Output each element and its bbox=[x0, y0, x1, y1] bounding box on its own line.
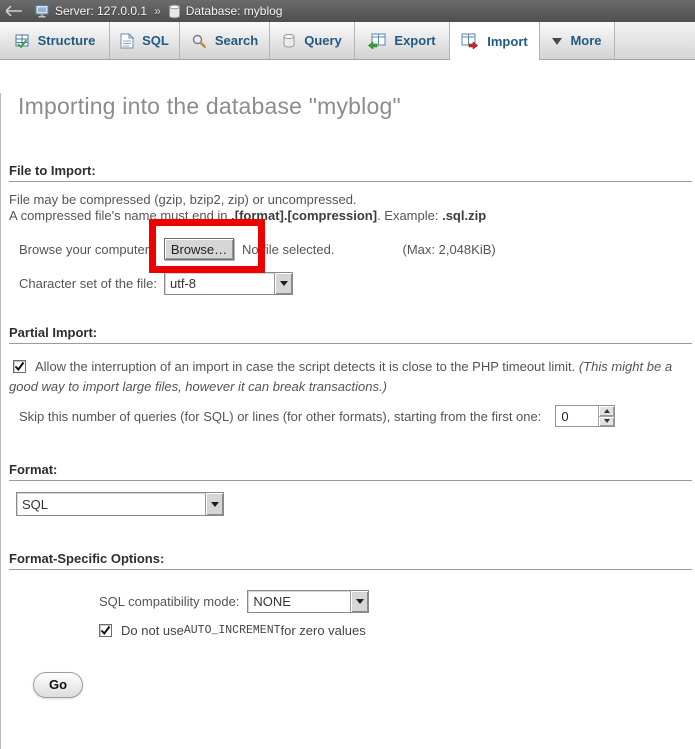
go-button[interactable]: Go bbox=[33, 672, 83, 698]
tab-label: SQL bbox=[142, 33, 169, 48]
skip-queries-value: 0 bbox=[556, 406, 598, 426]
structure-icon bbox=[14, 33, 30, 49]
no-file-selected-text: No file selected. bbox=[242, 242, 335, 257]
hint-line1: File may be compressed (gzip, bzip2, zip… bbox=[9, 192, 357, 207]
section-file-to-import: File to Import: bbox=[9, 163, 692, 182]
phpmyadmin-import-screen: Server: 127.0.0.1 » Database: myblog Str… bbox=[0, 0, 695, 749]
breadcrumb-server-link[interactable]: Server: 127.0.0.1 bbox=[55, 4, 147, 18]
tab-label: Query bbox=[304, 33, 342, 48]
breadcrumb-database-link[interactable]: Database: myblog bbox=[186, 4, 283, 18]
format-selected-value: SQL bbox=[17, 493, 205, 515]
chevron-down-icon[interactable] bbox=[205, 493, 223, 515]
tab-label: Import bbox=[487, 34, 527, 49]
chevron-down-icon[interactable] bbox=[350, 591, 368, 612]
compression-hint: File may be compressed (gzip, bzip2, zip… bbox=[9, 192, 687, 224]
auto-increment-label-prefix: Do not use bbox=[121, 623, 184, 638]
charset-label: Character set of the file: bbox=[19, 276, 164, 291]
sql-icon bbox=[120, 33, 134, 49]
tab-export[interactable]: Export bbox=[355, 22, 450, 59]
sql-compatibility-label: SQL compatibility mode: bbox=[99, 594, 239, 609]
browse-button[interactable]: Browse… bbox=[164, 238, 234, 260]
spinner bbox=[598, 406, 614, 426]
tab-sql[interactable]: SQL bbox=[110, 22, 180, 59]
skip-queries-input[interactable]: 0 bbox=[555, 405, 615, 427]
hint-line2-mid: . Example: bbox=[377, 208, 442, 223]
import-form: Importing into the database "myblog" Fil… bbox=[0, 93, 695, 749]
import-icon bbox=[461, 33, 479, 49]
page-title: Importing into the database "myblog" bbox=[18, 93, 695, 120]
browse-label: Browse your computer: bbox=[19, 242, 164, 257]
allow-interruption-row: Allow the interruption of an import in c… bbox=[9, 357, 687, 397]
chevron-down-icon bbox=[552, 32, 562, 50]
tab-label: Search bbox=[215, 33, 258, 48]
database-icon bbox=[168, 4, 181, 19]
allow-interruption-checkbox[interactable] bbox=[13, 360, 26, 373]
tab-label: Export bbox=[394, 33, 435, 48]
spinner-down-button[interactable] bbox=[599, 416, 614, 427]
auto-increment-label-suffix: for zero values bbox=[281, 623, 366, 638]
charset-select[interactable]: utf-8 bbox=[164, 272, 293, 295]
chevron-down-icon[interactable] bbox=[274, 273, 292, 294]
allow-interruption-label: Allow the interruption of an import in c… bbox=[35, 359, 579, 374]
query-icon bbox=[282, 33, 296, 49]
sql-compatibility-select[interactable]: NONE bbox=[247, 590, 369, 613]
auto-increment-row: Do not use AUTO_INCREMENT for zero value… bbox=[95, 621, 695, 639]
export-icon bbox=[368, 33, 386, 49]
tab-query[interactable]: Query bbox=[270, 22, 355, 59]
tab-bar-filler bbox=[615, 22, 695, 59]
section-format: Format: bbox=[9, 462, 692, 481]
tab-import[interactable]: Import bbox=[450, 22, 540, 60]
auto-increment-code: AUTO_INCREMENT bbox=[184, 624, 281, 637]
section-partial-import: Partial Import: bbox=[9, 325, 692, 344]
tab-label: Structure bbox=[38, 33, 96, 48]
tab-label: More bbox=[570, 33, 601, 48]
hint-example: .sql.zip bbox=[442, 208, 486, 223]
server-icon bbox=[35, 4, 50, 19]
sql-compatibility-value: NONE bbox=[248, 591, 350, 612]
skip-queries-label: Skip this number of queries (for SQL) or… bbox=[19, 409, 541, 424]
tab-structure[interactable]: Structure bbox=[0, 22, 110, 59]
breadcrumb-separator: » bbox=[154, 4, 161, 18]
section-format-options: Format-Specific Options: bbox=[9, 551, 692, 570]
spinner-up-button[interactable] bbox=[599, 406, 614, 416]
format-select[interactable]: SQL bbox=[16, 492, 224, 516]
charset-selected-value: utf-8 bbox=[165, 273, 274, 294]
hint-format-pattern: .[format].[compression] bbox=[231, 208, 377, 223]
max-size-text: (Max: 2,048KiB) bbox=[403, 242, 496, 257]
tab-search[interactable]: Search bbox=[180, 22, 270, 59]
tab-bar: Structure SQL Search Query Export bbox=[0, 22, 695, 60]
search-icon bbox=[191, 33, 207, 49]
tab-more[interactable]: More bbox=[540, 22, 615, 59]
back-arrow-icon[interactable] bbox=[6, 6, 22, 16]
hint-line2-prefix: A compressed file's name must end in bbox=[9, 208, 231, 223]
auto-increment-checkbox[interactable] bbox=[99, 624, 112, 637]
breadcrumb: Server: 127.0.0.1 » Database: myblog bbox=[0, 0, 695, 22]
